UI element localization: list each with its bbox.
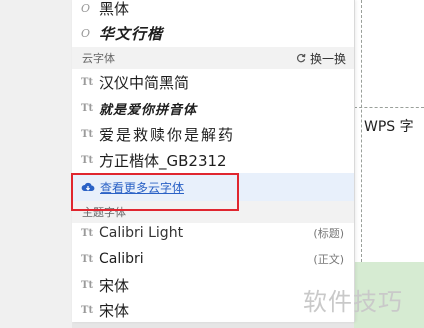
font-item-name: 黑体 (99, 0, 130, 18)
truetype-font-icon: Tt (81, 102, 94, 114)
truetype-font-icon: Tt (81, 227, 94, 239)
font-item-cloud[interactable]: Tt 就是爱你拼音体 (72, 95, 354, 121)
margin-guide-horizontal (354, 107, 424, 108)
font-item-name: 爱是救赎你是解药 (99, 125, 236, 144)
font-item-name: Calibri (99, 251, 144, 267)
section-title: 云字体 (82, 52, 115, 65)
font-item-name: Calibri Light (99, 225, 184, 241)
font-item-cloud[interactable]: Tt 爱是救赎你是解药 (72, 121, 354, 147)
font-item-recent[interactable]: O 黑体 (72, 0, 354, 21)
font-item-name: 方正楷体_GB2312 (99, 151, 227, 170)
font-item-theme[interactable]: Tt Calibri Light (标题) (72, 220, 354, 246)
refresh-label: 换一换 (309, 51, 346, 66)
font-item-recent[interactable]: O 华文行楷 (72, 20, 354, 46)
font-item-name: 宋体 (99, 301, 130, 320)
font-role-tag: (标题) (313, 227, 344, 240)
font-item-name: 华文行楷 (99, 24, 164, 43)
opentype-font-icon: O (81, 26, 91, 40)
left-gutter (0, 0, 72, 328)
annotation-highlight-box (71, 173, 239, 211)
font-role-tag: (正文) (313, 253, 344, 266)
font-item-theme[interactable]: Tt Calibri (正文) (72, 246, 354, 272)
font-dropdown-list[interactable]: O 黑体 O 华文行楷 云字体 换一换 Tt 汉仪中简黑简 Tt 就是爱你拼音体… (72, 0, 355, 322)
document-text[interactable]: WPS 字 (364, 116, 414, 136)
truetype-font-icon: Tt (81, 76, 94, 88)
truetype-font-icon: Tt (81, 279, 94, 291)
font-item-cloud[interactable]: Tt 方正楷体_GB2312 (72, 147, 354, 173)
section-header-cloud-fonts: 云字体 换一换 (72, 47, 354, 69)
font-item-cloud[interactable]: Tt 汉仪中简黑简 (72, 69, 354, 95)
truetype-font-icon: Tt (81, 154, 94, 166)
truetype-font-icon: Tt (81, 304, 94, 316)
refresh-icon (296, 53, 306, 63)
font-item-name: 宋体 (99, 276, 130, 295)
opentype-font-icon: O (81, 1, 91, 15)
margin-guide-vertical (361, 0, 362, 262)
watermark: 软件技巧 (303, 288, 403, 316)
truetype-font-icon: Tt (81, 128, 94, 140)
refresh-button[interactable]: 换一换 (296, 50, 346, 67)
font-item-name: 就是爱你拼音体 (99, 102, 198, 118)
font-item-name: 汉仪中简黑简 (99, 73, 190, 92)
truetype-font-icon: Tt (81, 253, 94, 265)
